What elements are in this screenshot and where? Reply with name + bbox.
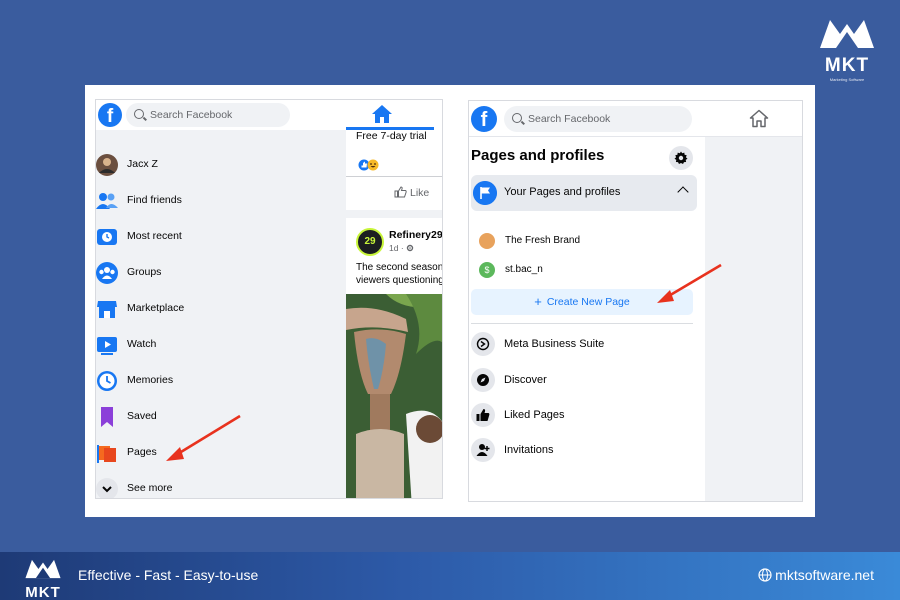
mkt-emblem-icon [820,20,874,48]
facebook-menu-screenshot: f Search Facebook Jacx Z Find friends Mo… [95,99,443,499]
sidebar-item-groups[interactable]: Groups [96,258,346,288]
garden-photo-image [346,294,442,498]
post-author[interactable]: Refinery29 [389,229,442,241]
like-button[interactable]: Like [394,186,429,199]
compass-icon [477,374,489,386]
page-item-st-bac-n[interactable]: $ st.bac_n [479,260,679,282]
top-bar: f Search Facebook [469,101,802,137]
post-body: The second season viewers questioning [356,262,443,286]
mkt-logo-top: MKT Marketing Software [812,14,882,82]
search-icon [512,113,522,123]
sidebar-item-watch[interactable]: Watch [96,330,346,360]
thumbs-up-icon [476,409,490,421]
red-arrow-create-page [657,263,722,303]
page-item-the-fresh-brand[interactable]: The Fresh Brand [479,231,679,253]
facebook-logo[interactable]: f [471,106,497,132]
clock-feed-icon [97,229,117,245]
sidebar-item-profile[interactable]: Jacx Z [96,150,346,180]
reactions-icon [358,159,379,171]
sidebar-item-most-recent[interactable]: Most recent [96,222,346,252]
search-icon [134,109,144,119]
chevron-down-icon [96,478,118,498]
sponsored-post: Free 7-day trial Like [346,130,442,210]
tool-item-liked-pages[interactable]: Liked Pages [471,400,701,430]
thumbs-up-icon [394,186,407,198]
footer-tagline: Effective - Fast - Easy-to-use [78,567,259,583]
divider [471,323,693,324]
news-feed: Free 7-day trial Like 29 Refinery29 1d · [346,130,443,498]
gear-icon [674,151,688,164]
globe-icon [758,568,772,582]
top-bar: f Search Facebook [96,100,442,130]
invite-user-icon [476,444,490,456]
facebook-logo[interactable]: f [98,103,122,127]
page-title: Pages and profiles [471,147,605,164]
home-icon[interactable] [371,104,393,124]
home-icon[interactable] [749,109,769,128]
marketplace-icon [97,301,117,318]
plus-icon: + [534,294,542,309]
business-suite-icon [476,337,490,351]
page-avatar [479,233,495,249]
mkt-logo-footer: MKT [20,556,66,600]
tool-item-discover[interactable]: Discover [471,365,701,395]
tool-item-meta-business-suite[interactable]: Meta Business Suite [471,329,701,359]
mkt-emblem-icon [25,559,61,579]
post-timestamp: 1d · [389,243,414,253]
website-link[interactable]: mktsoftware.net [758,567,874,583]
search-input[interactable]: Search Facebook [126,103,290,127]
groups-icon [96,262,118,284]
avatar-icon [96,154,118,176]
red-arrow-pages [166,414,241,461]
watch-icon [97,337,117,355]
gear-icon [406,244,414,252]
feed-post: 29 Refinery29 1d · The second season vie… [346,218,443,498]
sidebar-item-memories[interactable]: Memories [96,366,346,396]
tool-item-invitations[interactable]: Invitations [471,435,701,465]
flag-icon [473,181,497,205]
chevron-up-icon [677,186,689,198]
page-avatar: $ [479,262,495,278]
friends-icon [96,193,118,209]
mkt-brand-tagline: Marketing Software [829,77,865,82]
bookmark-icon [101,407,113,427]
mkt-brand-name: MKT [824,55,870,76]
settings-button[interactable] [669,146,693,170]
sidebar-item-see-more[interactable]: See more [96,474,346,498]
pages-and-profiles-screenshot: f Search Facebook Pages and profiles You… [468,100,803,502]
footer-banner: MKT Effective - Fast - Easy-to-use mktso… [0,552,900,600]
screenshot-card: f Search Facebook Jacx Z Find friends Mo… [85,85,815,517]
sidebar-item-marketplace[interactable]: Marketplace [96,294,346,324]
your-pages-section-header[interactable]: Your Pages and profiles [471,175,697,211]
sidebar-item-find-friends[interactable]: Find friends [96,186,346,216]
divider [346,176,442,177]
search-input[interactable]: Search Facebook [504,106,692,132]
post-text: Free 7-day trial [356,130,427,142]
post-photo[interactable] [346,294,442,498]
content-area [705,137,802,501]
memories-icon [97,371,117,391]
flag-icon [97,445,116,463]
page-avatar[interactable]: 29 [356,228,384,256]
